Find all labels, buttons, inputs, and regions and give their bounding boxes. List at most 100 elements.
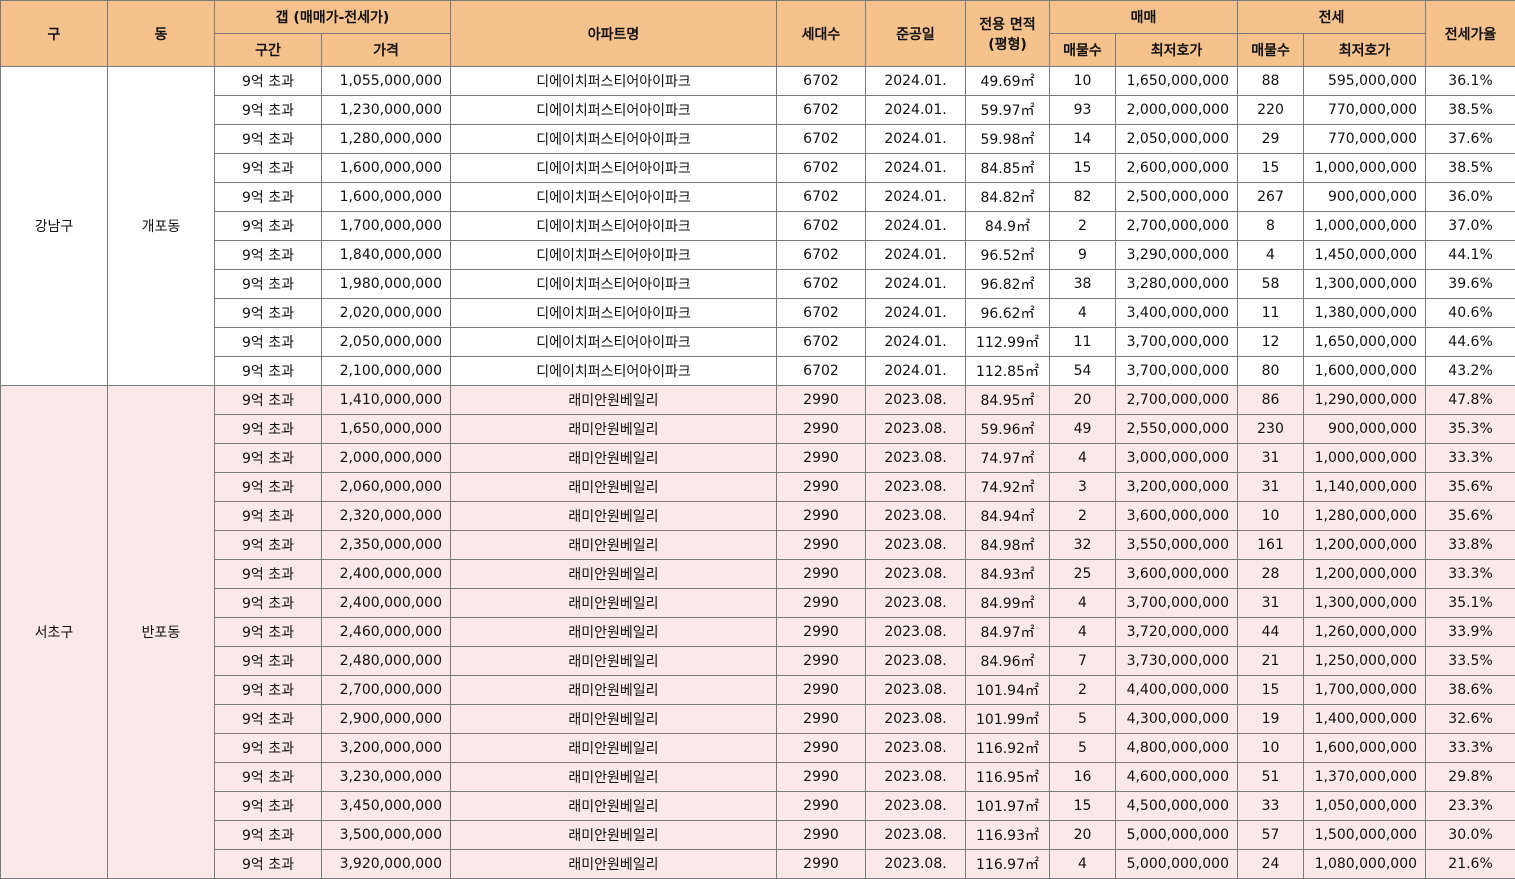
header-households: 세대수 (776, 0, 866, 67)
cell-jeonse-count: 80 (1237, 356, 1305, 386)
cell-completion: 2023.08. (865, 675, 966, 705)
cell-dong: 개포동 (107, 66, 215, 386)
cell-ratio: 33.9% (1425, 617, 1515, 647)
cell-sale-count: 5 (1049, 733, 1116, 763)
cell-completion: 2023.08. (865, 646, 966, 676)
cell-gap-price: 1,055,000,000 (321, 66, 451, 96)
cell-jeonse-min: 1,280,000,000 (1303, 501, 1427, 531)
cell-jeonse-min: 1,080,000,000 (1303, 849, 1427, 879)
cell-households: 2990 (776, 530, 866, 560)
cell-gap-range: 9억 초과 (214, 849, 322, 879)
table-row: 9억 초과 2,400,000,000 래미안원베일리 2990 2023.08. 84.… (1, 559, 1515, 589)
cell-ratio: 33.3% (1425, 559, 1515, 589)
cell-jeonse-min: 1,450,000,000 (1303, 240, 1427, 270)
cell-completion: 2023.08. (865, 443, 966, 473)
cell-sale-min: 3,600,000,000 (1114, 559, 1239, 589)
cell-sale-min: 3,550,000,000 (1114, 530, 1239, 560)
cell-ratio: 37.6% (1425, 124, 1515, 154)
cell-sale-count: 38 (1049, 269, 1116, 299)
cell-jeonse-min: 1,140,000,000 (1303, 472, 1427, 502)
cell-jeonse-min: 1,600,000,000 (1303, 733, 1427, 763)
cell-jeonse-min: 1,250,000,000 (1303, 646, 1427, 676)
cell-gap-range: 9억 초과 (214, 66, 322, 96)
cell-sale-count: 7 (1049, 646, 1116, 676)
cell-apt-name: 래미안원베일리 (450, 762, 777, 792)
cell-gap-price: 1,230,000,000 (321, 95, 451, 125)
cell-completion: 2024.01. (865, 124, 966, 154)
cell-sale-count: 15 (1049, 153, 1116, 183)
cell-sale-min: 2,550,000,000 (1114, 414, 1239, 444)
cell-completion: 2024.01. (865, 182, 966, 212)
cell-ratio: 33.3% (1425, 733, 1515, 763)
table-row: 9억 초과 2,700,000,000 래미안원베일리 2990 2023.08. 101… (1, 675, 1515, 705)
cell-completion: 2023.08. (865, 820, 966, 850)
cell-jeonse-min: 1,000,000,000 (1303, 153, 1427, 183)
cell-area: 101.97㎡ (965, 791, 1050, 821)
cell-gap-price: 1,600,000,000 (321, 182, 451, 212)
header-ratio: 전세가율 (1425, 0, 1515, 67)
cell-gap-range: 9억 초과 (214, 182, 322, 212)
cell-households: 2990 (776, 385, 866, 415)
cell-area: 112.85㎡ (965, 356, 1050, 386)
header-sale-min: 최저호가 (1114, 33, 1239, 67)
cell-sale-min: 2,000,000,000 (1114, 95, 1239, 125)
cell-ratio: 38.6% (1425, 675, 1515, 705)
cell-sale-count: 14 (1049, 124, 1116, 154)
cell-area: 116.95㎡ (965, 762, 1050, 792)
table-row: 9억 초과 1,600,000,000 디에이치퍼스티어아이파크 6702 2024.0… (1, 153, 1515, 183)
cell-jeonse-count: 10 (1237, 501, 1305, 531)
header-gu: 구 (0, 0, 108, 67)
cell-area: 84.96㎡ (965, 646, 1050, 676)
cell-ratio: 38.5% (1425, 153, 1515, 183)
cell-completion: 2023.08. (865, 791, 966, 821)
cell-ratio: 32.6% (1425, 704, 1515, 734)
cell-jeonse-count: 31 (1237, 472, 1305, 502)
cell-jeonse-count: 4 (1237, 240, 1305, 270)
table-row: 강남구 개포동 9억 초과 1,055,000,000 디에이치퍼스티어아이파크 6702… (0, 66, 1515, 386)
cell-ratio: 35.6% (1425, 501, 1515, 531)
cell-completion: 2023.08. (865, 501, 966, 531)
header-gap-range: 구간 (214, 33, 322, 67)
table-row: 9억 초과 2,060,000,000 래미안원베일리 2990 2023.08. 74.… (1, 472, 1515, 502)
cell-households: 2990 (776, 849, 866, 879)
cell-sale-count: 2 (1049, 501, 1116, 531)
cell-jeonse-min: 595,000,000 (1303, 66, 1427, 96)
cell-gap-price: 1,600,000,000 (321, 153, 451, 183)
cell-jeonse-min: 1,700,000,000 (1303, 675, 1427, 705)
cell-gu: 서초구 (0, 385, 108, 879)
cell-gap-range: 9억 초과 (214, 501, 322, 531)
cell-gap-price: 3,230,000,000 (321, 762, 451, 792)
table-row: 9억 초과 1,280,000,000 디에이치퍼스티어아이파크 6702 2024.0… (1, 124, 1515, 154)
cell-jeonse-min: 1,200,000,000 (1303, 559, 1427, 589)
cell-jeonse-min: 770,000,000 (1303, 95, 1427, 125)
cell-completion: 2023.08. (865, 414, 966, 444)
cell-apt-name: 래미안원베일리 (450, 617, 777, 647)
cell-apt-name: 디에이치퍼스티어아이파크 (450, 153, 777, 183)
cell-sale-min: 3,700,000,000 (1114, 327, 1239, 357)
cell-gap-range: 9억 초과 (214, 675, 322, 705)
cell-sale-min: 5,000,000,000 (1114, 820, 1239, 850)
cell-jeonse-count: 28 (1237, 559, 1305, 589)
cell-households: 2990 (776, 820, 866, 850)
cell-sale-min: 2,600,000,000 (1114, 153, 1239, 183)
cell-apt-name: 래미안원베일리 (450, 501, 777, 531)
cell-households: 2990 (776, 646, 866, 676)
cell-area: 84.93㎡ (965, 559, 1050, 589)
cell-gap-price: 1,650,000,000 (321, 414, 451, 444)
cell-ratio: 43.2% (1425, 356, 1515, 386)
cell-completion: 2023.08. (865, 530, 966, 560)
cell-sale-min: 3,700,000,000 (1114, 356, 1239, 386)
cell-households: 6702 (776, 269, 866, 299)
header-sale: 매매 (1048, 0, 1239, 34)
cell-gap-price: 3,500,000,000 (321, 820, 451, 850)
header-jeonse-min: 최저호가 (1303, 33, 1427, 67)
cell-area: 84.99㎡ (965, 588, 1050, 618)
cell-jeonse-count: 31 (1237, 588, 1305, 618)
cell-jeonse-count: 51 (1237, 762, 1305, 792)
cell-households: 2990 (776, 675, 866, 705)
cell-jeonse-count: 230 (1237, 414, 1305, 444)
apartment-gap-table: 구 동 갭 (매매가-전세가) 아파트명 세대수 준공일 전용 면적 (평형) … (0, 0, 1515, 879)
cell-ratio: 35.6% (1425, 472, 1515, 502)
cell-apt-name: 디에이치퍼스티어아이파크 (450, 298, 777, 328)
cell-area: 84.94㎡ (965, 501, 1050, 531)
